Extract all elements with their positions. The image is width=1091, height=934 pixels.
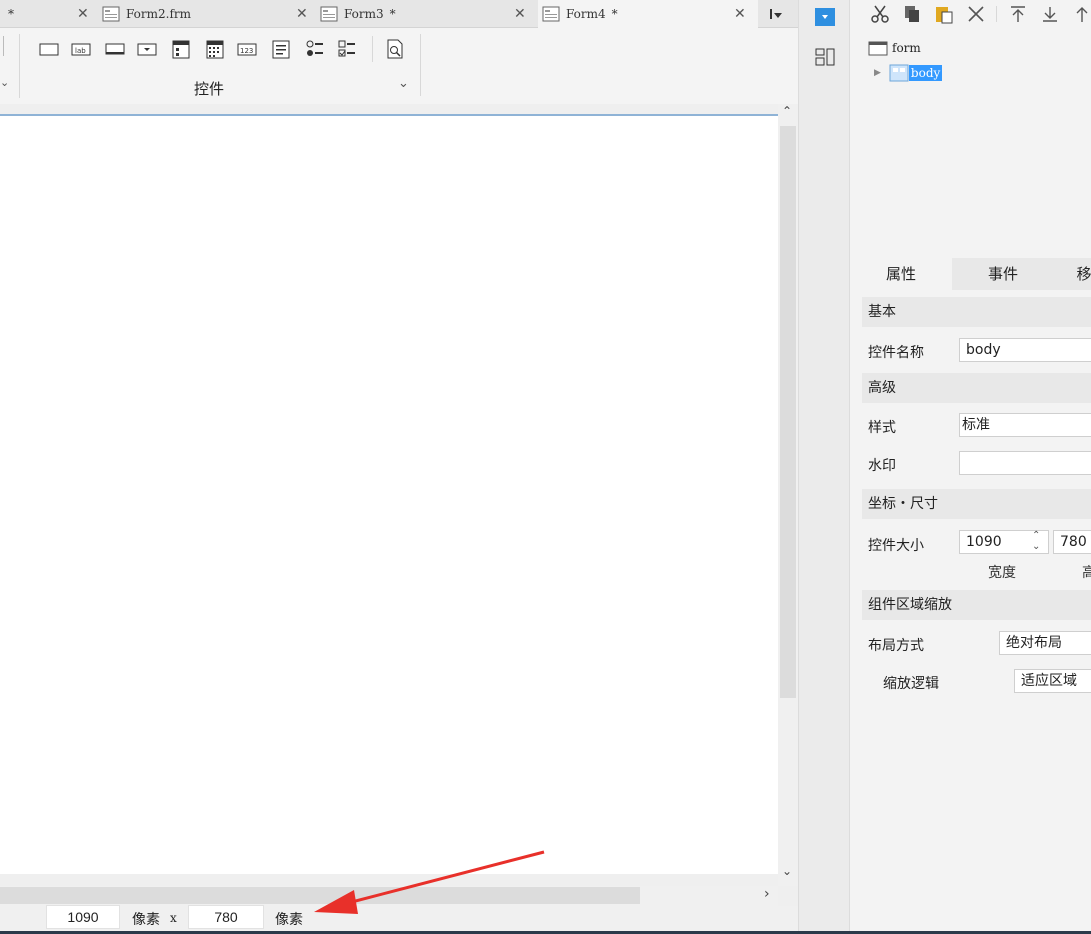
style-select[interactable]: 标准 bbox=[959, 413, 1091, 437]
divider bbox=[420, 34, 421, 96]
label-icon[interactable]: lab bbox=[70, 38, 92, 60]
section-coords-size[interactable]: 坐标・尺寸 bbox=[862, 489, 1091, 519]
close-icon[interactable]: ✕ bbox=[77, 6, 89, 22]
form-document-icon bbox=[320, 6, 338, 22]
form-node-icon bbox=[868, 41, 888, 56]
watermark-input[interactable] bbox=[959, 451, 1091, 475]
checkbox-group-icon[interactable] bbox=[336, 38, 358, 60]
control-name-label: 控件名称 bbox=[868, 345, 924, 361]
form-document-icon bbox=[542, 6, 560, 22]
divider bbox=[996, 6, 997, 22]
controls-group: lab 123 控件 ⌄ bbox=[28, 32, 421, 98]
number-icon[interactable]: 123 bbox=[236, 38, 258, 60]
tab-list-dropdown-icon[interactable] bbox=[768, 6, 784, 22]
radio-group-icon[interactable] bbox=[304, 38, 326, 60]
tab-more[interactable]: 移 bbox=[1054, 258, 1091, 290]
section-zoom[interactable]: 组件区域缩放 bbox=[862, 590, 1091, 620]
button-icon[interactable] bbox=[38, 38, 60, 60]
width-unit-label: 像素 bbox=[132, 912, 160, 928]
svg-text:lab: lab bbox=[75, 47, 86, 55]
layout-panel-icon[interactable] bbox=[815, 48, 835, 66]
preview-icon[interactable] bbox=[384, 38, 406, 60]
tab-modified-marker: * bbox=[8, 7, 14, 21]
scroll-up-icon[interactable]: ⌃ bbox=[782, 104, 792, 118]
tab-title: Form4 bbox=[566, 7, 606, 21]
layout-mode-select[interactable]: 绝对布局 bbox=[999, 631, 1091, 655]
tab-form4[interactable]: Form4 * ✕ bbox=[538, 0, 758, 28]
section-basic[interactable]: 基本 bbox=[862, 297, 1091, 327]
tree-node-form[interactable]: form bbox=[868, 40, 921, 56]
list-icon[interactable] bbox=[270, 38, 292, 60]
textbox-icon[interactable] bbox=[104, 38, 126, 60]
panel-dropdown-icon[interactable] bbox=[815, 8, 835, 26]
vertical-scroll-thumb[interactable] bbox=[780, 126, 796, 698]
ribbon-group-label: 控件 bbox=[194, 80, 225, 98]
close-icon[interactable]: ✕ bbox=[514, 6, 526, 22]
scroll-down-icon[interactable]: ⌄ bbox=[782, 864, 792, 878]
close-icon[interactable]: ✕ bbox=[296, 6, 308, 22]
layout-mode-label: 布局方式 bbox=[868, 638, 924, 654]
canvas-width-field[interactable]: 1090 bbox=[46, 905, 120, 929]
height-unit-label: 像素 bbox=[275, 912, 303, 928]
height-input[interactable]: 780 bbox=[1053, 530, 1091, 554]
tab-properties[interactable]: 属性 bbox=[850, 258, 952, 290]
move-up-icon[interactable] bbox=[1072, 4, 1091, 24]
tab-form1[interactable]: * ✕ bbox=[0, 0, 100, 28]
canvas-height-field[interactable]: 780 bbox=[188, 905, 264, 929]
style-label: 样式 bbox=[868, 420, 896, 436]
tab-title: Form2.frm bbox=[126, 7, 192, 21]
form-canvas[interactable] bbox=[0, 114, 778, 874]
property-tabs: 属性 事件 移 bbox=[850, 258, 1091, 290]
tab-form2[interactable]: Form2.frm ✕ bbox=[102, 0, 320, 28]
divider bbox=[372, 36, 373, 62]
move-down-icon[interactable] bbox=[1040, 4, 1060, 24]
zoom-logic-select[interactable]: 适应区域 bbox=[1014, 669, 1091, 693]
width-caption: 宽度 bbox=[988, 565, 1016, 581]
body-node-icon bbox=[889, 64, 909, 82]
tab-modified-marker: * bbox=[611, 7, 618, 21]
control-size-label: 控件大小 bbox=[868, 538, 924, 554]
tree-node-label: form bbox=[892, 41, 921, 55]
tab-modified-marker: * bbox=[389, 7, 396, 21]
size-separator: x bbox=[170, 911, 177, 925]
width-stepper-icon[interactable]: ⌃ ⌄ bbox=[1032, 530, 1040, 552]
close-icon[interactable]: ✕ bbox=[734, 6, 746, 22]
scroll-right-icon[interactable]: › bbox=[764, 886, 770, 902]
tab-title: Form3 bbox=[344, 7, 384, 21]
delete-icon[interactable] bbox=[966, 4, 986, 24]
tab-form3[interactable]: Form3 * ✕ bbox=[320, 0, 538, 28]
side-icon-strip bbox=[798, 0, 850, 931]
divider bbox=[19, 34, 20, 98]
zoom-logic-label: 缩放逻辑 bbox=[883, 676, 939, 692]
ribbon-edge bbox=[0, 36, 4, 56]
cut-icon[interactable] bbox=[870, 4, 890, 24]
tab-events[interactable]: 事件 bbox=[952, 258, 1054, 290]
paste-icon[interactable] bbox=[934, 4, 954, 24]
chevron-down-icon[interactable]: ⌄ bbox=[0, 76, 9, 89]
chevron-down-icon[interactable]: ⌄ bbox=[398, 76, 409, 91]
tree-node-label-selected: body bbox=[908, 65, 943, 81]
calendar-icon[interactable] bbox=[204, 38, 226, 60]
form-document-icon bbox=[102, 6, 120, 22]
tree-node-body[interactable]: ▶ body bbox=[874, 64, 943, 82]
expand-arrow-icon[interactable]: ▶ bbox=[874, 68, 881, 78]
copy-icon[interactable] bbox=[902, 4, 922, 24]
form-icon[interactable] bbox=[170, 38, 192, 60]
move-top-icon[interactable] bbox=[1008, 4, 1028, 24]
control-name-input[interactable]: body bbox=[959, 338, 1091, 362]
svg-text:123: 123 bbox=[240, 47, 253, 55]
document-tab-bar: * ✕ Form2.frm ✕ Form3 * ✕ Form4 * ✕ bbox=[0, 0, 798, 28]
section-advanced[interactable]: 高级 bbox=[862, 373, 1091, 403]
watermark-label: 水印 bbox=[868, 458, 896, 474]
annotation-arrow-icon bbox=[314, 850, 545, 914]
height-caption: 高 bbox=[1082, 565, 1091, 581]
combobox-icon[interactable] bbox=[136, 38, 158, 60]
